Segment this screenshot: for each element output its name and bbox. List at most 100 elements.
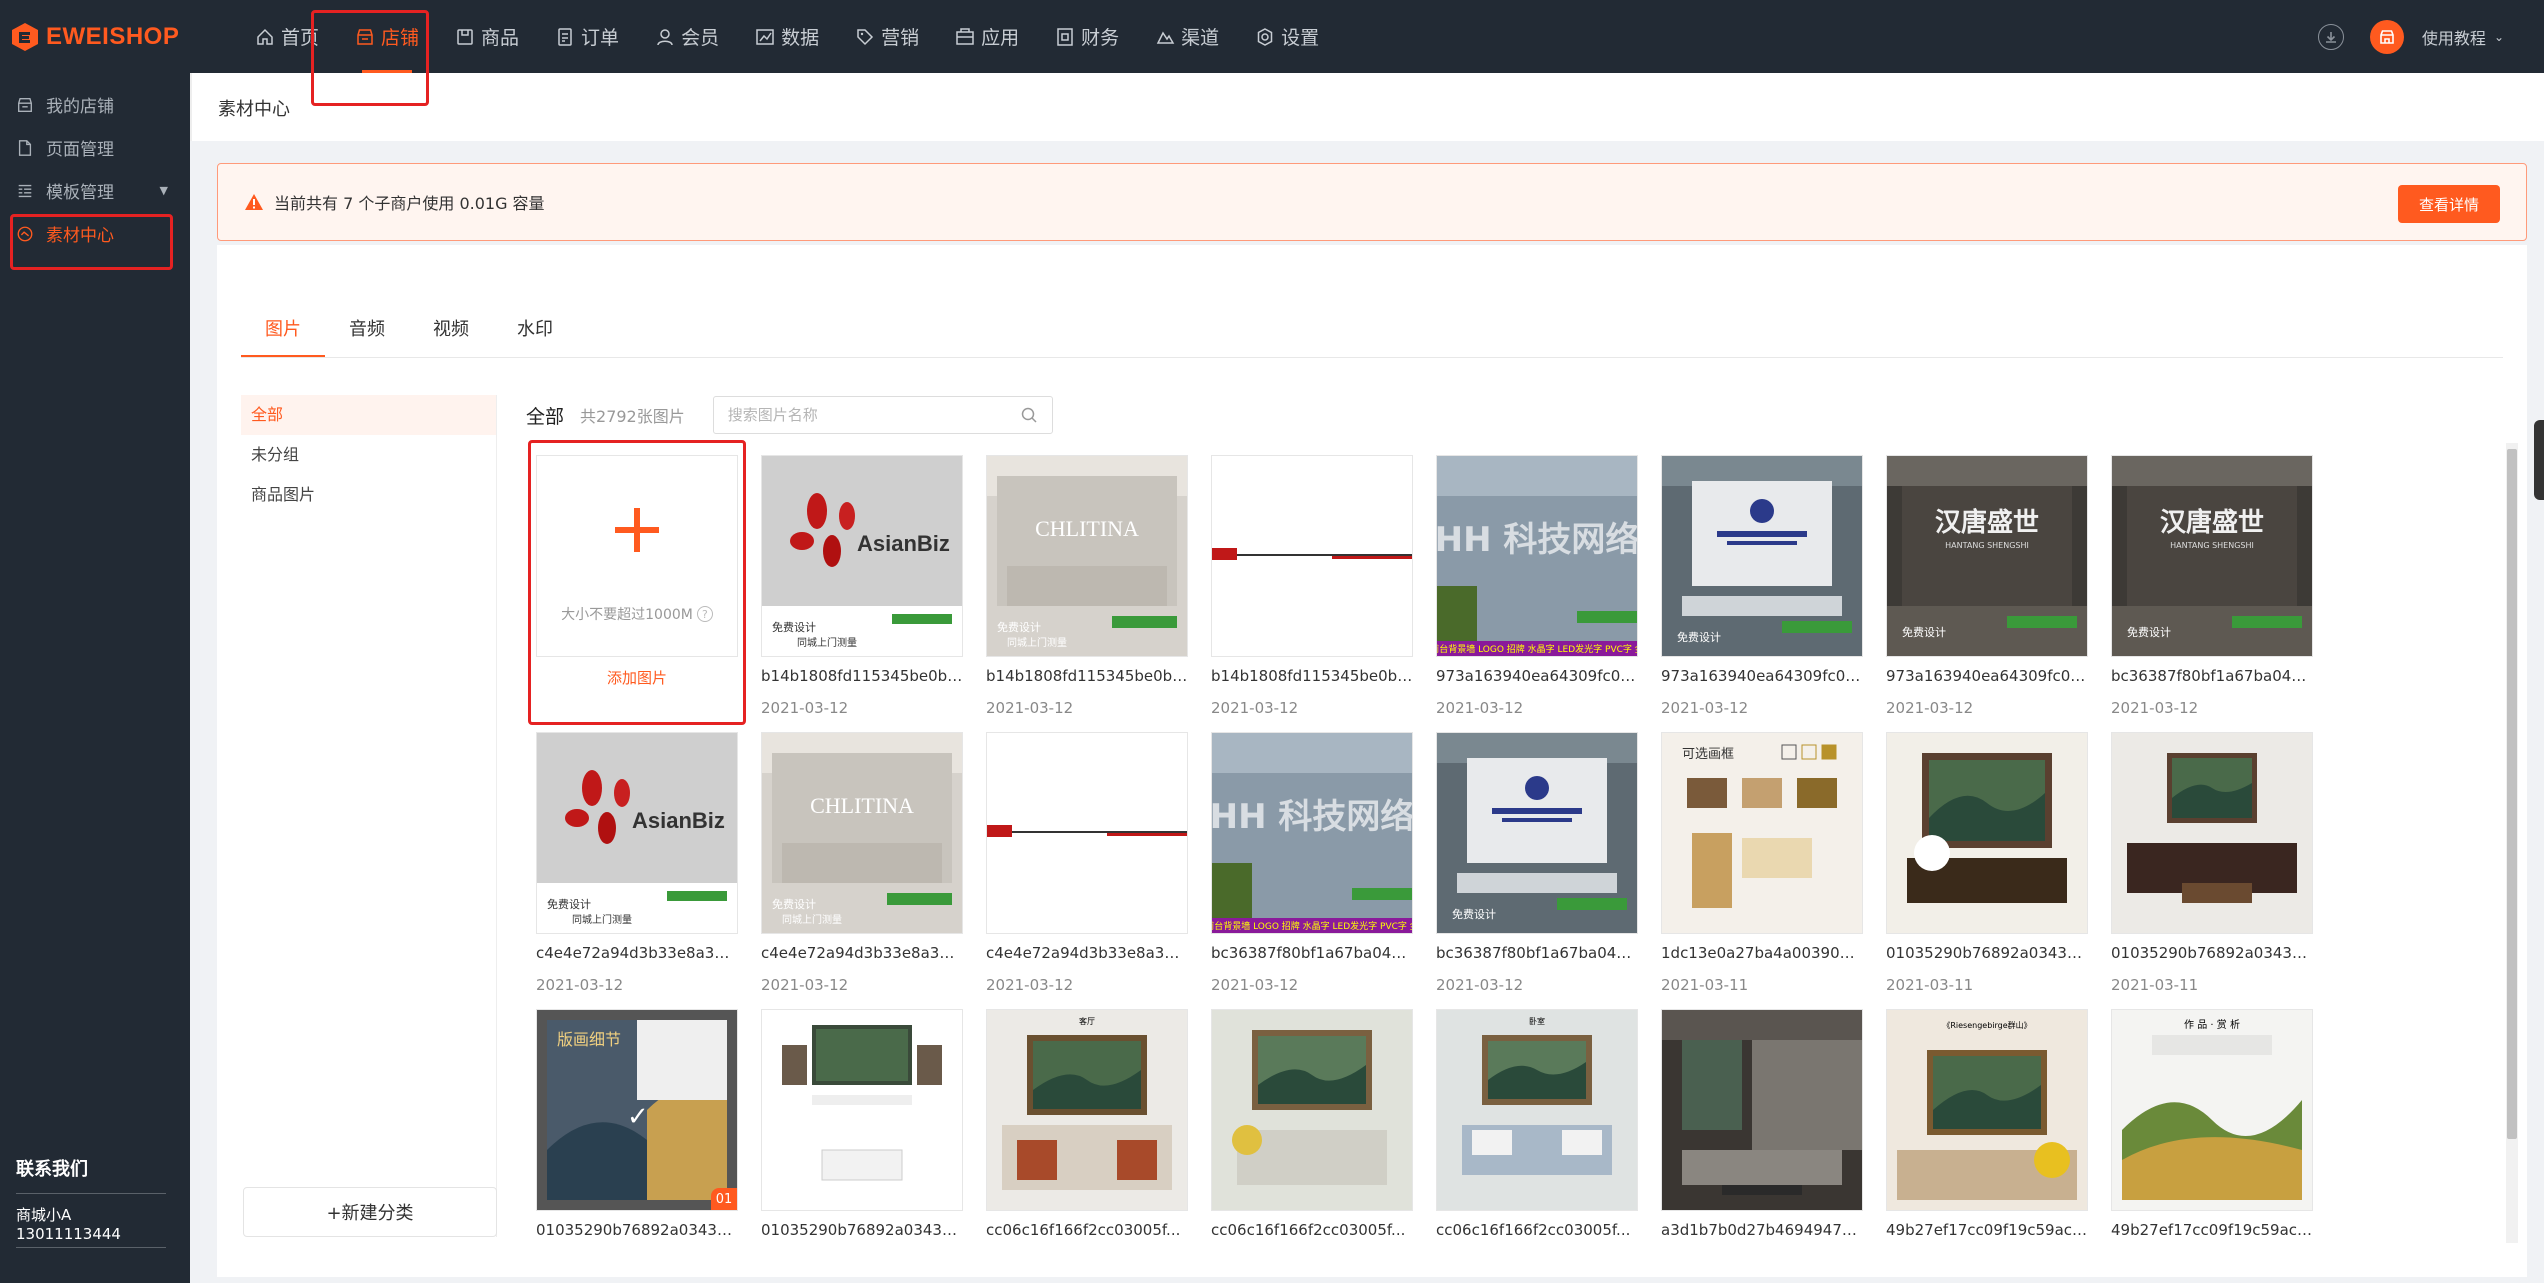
vertical-scrollbar[interactable] xyxy=(2506,443,2518,1243)
nav-label: 首页 xyxy=(281,27,320,49)
nav-item-7[interactable]: 应用 xyxy=(937,0,1037,73)
thumbnail-art: 作 品 · 赏 析 xyxy=(2112,1010,2312,1210)
gear-icon xyxy=(1257,27,1273,46)
tab-2[interactable]: 视频 xyxy=(409,315,493,357)
image-thumbnail[interactable]: 可选画框 xyxy=(1661,732,1863,934)
edge-handle[interactable] xyxy=(2534,420,2544,500)
sidebar-item-2[interactable]: 模板管理 ▼ xyxy=(0,169,190,212)
filter-row: 全部 共2792张图片 xyxy=(526,395,1053,435)
sidebar-item-3[interactable]: 素材中心 xyxy=(0,212,190,255)
image-name: cc06c16f166f2cc03005f... xyxy=(1211,1221,1406,1239)
svg-text:AsianBiz: AsianBiz xyxy=(857,531,950,556)
image-thumbnail[interactable]: 免费设计 xyxy=(1661,455,1863,657)
nav-label: 渠道 xyxy=(1181,27,1220,49)
image-thumbnail[interactable]: HH 科技网络 公司前台背景墙 LOGO 招牌 水晶字 LED发光字 PVC字 … xyxy=(1211,732,1413,934)
image-card: 可选画框 1dc13e0a27ba4a0039003... 2021-03-11 xyxy=(1661,732,1863,1009)
image-thumbnail[interactable] xyxy=(1661,1009,1863,1211)
view-details-button[interactable]: 查看详情 xyxy=(2398,185,2500,223)
new-group-button[interactable]: +新建分类 xyxy=(243,1187,497,1237)
svg-text:免费设计: 免费设计 xyxy=(1452,907,1496,921)
image-thumbnail[interactable] xyxy=(761,1009,963,1211)
image-card: c4e4e72a94d3b33e8a3a3... 2021-03-12 xyxy=(986,732,1188,1009)
tabs-divider xyxy=(241,357,2503,358)
upload-dropzone[interactable]: 大小不要超过1000M ? xyxy=(536,455,738,657)
nav-item-9[interactable]: 渠道 xyxy=(1137,0,1237,73)
image-thumbnail[interactable]: 客厅 xyxy=(986,1009,1188,1211)
image-thumbnail[interactable] xyxy=(2111,732,2313,934)
image-card: 版画细节 ✓ 01 01035290b76892a03436... xyxy=(536,1009,738,1255)
nav-item-0[interactable]: 首页 xyxy=(237,0,337,73)
svg-text:可选画框: 可选画框 xyxy=(1682,747,1734,762)
nav-label: 会员 xyxy=(681,27,720,49)
thumbnail-art: 客厅 xyxy=(987,1010,1187,1210)
thumbnail-art xyxy=(1887,733,2087,933)
group-item-0[interactable]: 全部 xyxy=(241,395,496,435)
nav-item-6[interactable]: 营销 xyxy=(837,0,937,73)
image-thumbnail[interactable]: AsianBiz 免费设计 同城上门测量 xyxy=(761,455,963,657)
nav-item-1[interactable]: 店铺 xyxy=(337,0,437,73)
image-thumbnail[interactable]: CHLITINA 免费设计 同城上门测量 xyxy=(986,455,1188,657)
search-input[interactable] xyxy=(727,406,1020,424)
top-navigation-bar: EWEISHOP 首页 店铺 商品 订单 会员 数据 营销 应用 财务 渠道 设置 使用教程 ⌄ xyxy=(0,0,2544,73)
image-date: 2021-03-12 xyxy=(1211,976,1299,994)
image-date: 2021-03-11 xyxy=(1661,976,1749,994)
image-thumbnail[interactable] xyxy=(1211,455,1413,657)
question-icon[interactable]: ? xyxy=(696,606,713,622)
image-card: 卧室 cc06c16f166f2cc03005f... xyxy=(1436,1009,1638,1255)
image-card: 汉唐盛世 HANTANG SHENGSHI 免费设计 973a163940ea64… xyxy=(1886,455,2088,732)
sidebar-item-1[interactable]: 页面管理 xyxy=(0,126,190,169)
group-item-2[interactable]: 商品图片 xyxy=(241,475,496,515)
sidebar-item-label: 素材中心 xyxy=(46,226,114,246)
image-thumbnail[interactable]: AsianBiz 免费设计 同城上门测量 xyxy=(536,732,738,934)
image-grid-viewport[interactable]: 大小不要超过1000M ? 添加图片 AsianBiz 免费设计 同城上门测量 b1… xyxy=(526,455,2471,1255)
download-icon[interactable] xyxy=(2317,23,2344,50)
logo[interactable]: EWEISHOP xyxy=(10,22,225,52)
svg-text:客厅: 客厅 xyxy=(1079,1016,1095,1026)
search-icon[interactable] xyxy=(1020,406,1038,424)
image-card: 客厅 cc06c16f166f2cc03005f... xyxy=(986,1009,1188,1255)
nav-item-4[interactable]: 会员 xyxy=(637,0,737,73)
nav-label: 财务 xyxy=(1081,27,1120,49)
tab-3[interactable]: 水印 xyxy=(493,315,577,357)
image-name: 01035290b76892a03436... xyxy=(761,1221,963,1239)
add-image-button[interactable]: 添加图片 xyxy=(536,667,738,688)
tab-0[interactable]: 图片 xyxy=(241,315,325,357)
contact-name: 商城小A xyxy=(16,1206,72,1224)
image-thumbnail[interactable] xyxy=(1886,732,2088,934)
image-card: 免费设计 bc36387f80bf1a67ba04c... 2021-03-12 xyxy=(1436,732,1638,1009)
nav-item-10[interactable]: 设置 xyxy=(1237,0,1337,73)
image-thumbnail[interactable]: HH 科技网络 公司前台背景墙 LOGO 招牌 水晶字 LED发光字 PVC字 … xyxy=(1436,455,1638,657)
page-icon xyxy=(18,139,32,156)
image-name: 01035290b76892a03436... xyxy=(2111,944,2313,962)
avatar[interactable] xyxy=(2369,19,2404,54)
image-thumbnail[interactable]: 汉唐盛世 HANTANG SHENGSHI 免费设计 xyxy=(1886,455,2088,657)
nav-item-3[interactable]: 订单 xyxy=(537,0,637,73)
svg-text:作 品 · 赏 析: 作 品 · 赏 析 xyxy=(2184,1018,2240,1031)
image-thumbnail[interactable]: 卧室 xyxy=(1436,1009,1638,1211)
image-date: 2021-03-12 xyxy=(1211,699,1299,717)
scrollbar-thumb[interactable] xyxy=(2507,449,2517,1139)
sidebar-item-0[interactable]: 我的店铺 xyxy=(0,83,190,126)
image-thumbnail[interactable]: CHLITINA 免费设计 同城上门测量 xyxy=(761,732,963,934)
image-thumbnail[interactable] xyxy=(1211,1009,1413,1211)
tab-1[interactable]: 音频 xyxy=(325,315,409,357)
image-thumbnail[interactable]: 《Riesengebirge群山》 xyxy=(1886,1009,2088,1211)
help-menu[interactable]: 使用教程 ⌄ xyxy=(2422,25,2504,49)
image-thumbnail[interactable]: 作 品 · 赏 析 xyxy=(2111,1009,2313,1211)
image-thumbnail[interactable]: 版画细节 ✓ 01 xyxy=(536,1009,738,1211)
thumbnail-art: 汉唐盛世 HANTANG SHENGSHI 免费设计 xyxy=(2112,456,2312,656)
caret-down-icon: ▼ xyxy=(159,184,168,197)
thumbnail-art: 《Riesengebirge群山》 xyxy=(1887,1010,2087,1210)
nav-item-5[interactable]: 数据 xyxy=(737,0,837,73)
contact-title: 联系我们 xyxy=(16,1155,166,1194)
nav-label: 商品 xyxy=(481,27,520,49)
image-thumbnail[interactable]: 免费设计 xyxy=(1436,732,1638,934)
image-thumbnail[interactable] xyxy=(986,732,1188,934)
group-item-1[interactable]: 未分组 xyxy=(241,435,496,475)
nav-item-8[interactable]: 财务 xyxy=(1037,0,1137,73)
svg-text:汉唐盛世: 汉唐盛世 xyxy=(1935,507,2039,538)
image-thumbnail[interactable]: 汉唐盛世 HANTANG SHENGSHI 免费设计 xyxy=(2111,455,2313,657)
thumbnail-art xyxy=(2112,733,2312,933)
nav-item-2[interactable]: 商品 xyxy=(437,0,537,73)
image-date: 2021-03-12 xyxy=(1436,976,1524,994)
